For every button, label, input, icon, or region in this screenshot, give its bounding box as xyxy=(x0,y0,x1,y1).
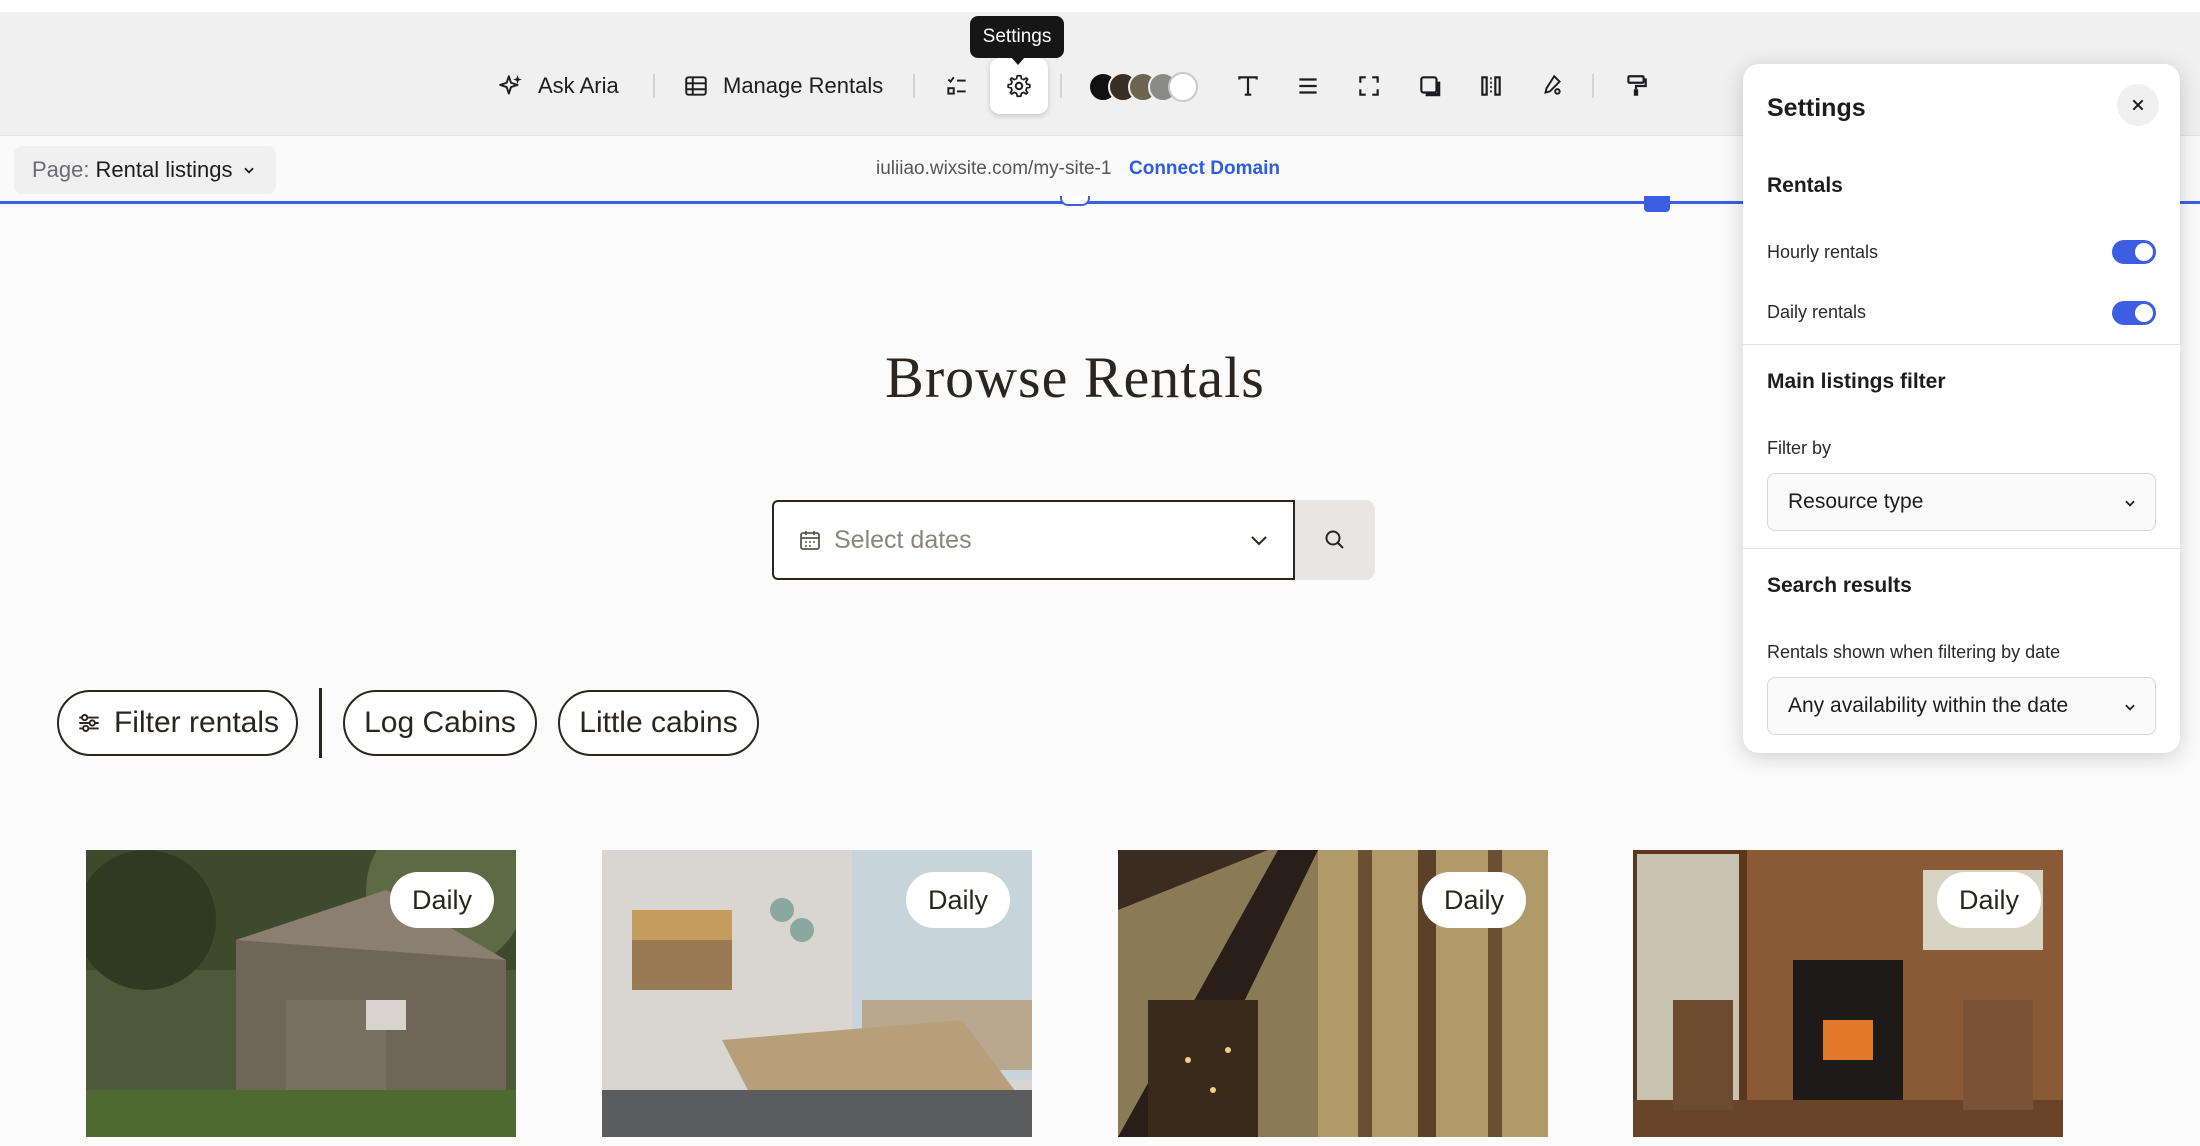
columns-button[interactable] xyxy=(1469,64,1513,108)
settings-panel-title: Settings xyxy=(1767,94,1866,122)
settings-tooltip: Settings xyxy=(970,16,1064,65)
resize-button[interactable] xyxy=(1347,64,1391,108)
sliders-icon xyxy=(79,714,99,732)
search-results-section-heading: Search results xyxy=(1767,574,1912,597)
filter-chip-little-cabins[interactable]: Little cabins xyxy=(558,690,759,756)
close-icon xyxy=(2132,99,2144,111)
checklist-button[interactable] xyxy=(935,64,979,108)
rental-type-badge: Daily xyxy=(1937,872,2041,928)
design-settings-button[interactable] xyxy=(1530,64,1574,108)
rental-type-badge: Daily xyxy=(1422,872,1526,928)
paint-roller-button[interactable] xyxy=(1614,64,1658,108)
filter-rentals-label: Filter rentals xyxy=(113,706,280,739)
align-button[interactable] xyxy=(1286,64,1330,108)
rentals-shown-dropdown[interactable]: Any availability within the date xyxy=(1767,677,2156,735)
sparkle-icon xyxy=(499,75,522,95)
page-selector-value: Rental listings xyxy=(95,157,233,182)
filter-by-value: Resource type xyxy=(1788,490,1924,513)
filter-chip-label: Little cabins xyxy=(579,706,738,739)
connect-domain-link[interactable]: Connect Domain xyxy=(1129,158,1280,180)
calendar-icon xyxy=(800,531,820,550)
search-icon xyxy=(1325,530,1344,549)
chevron-down-icon xyxy=(1251,536,1267,546)
toolbar-divider xyxy=(653,74,655,98)
rental-card[interactable]: Daily xyxy=(602,850,1032,1137)
daily-rentals-toggle[interactable] xyxy=(2112,301,2156,325)
settings-panel: Settings Rentals Hourly rentals Daily re… xyxy=(1743,64,2180,753)
section-anchor-handle[interactable] xyxy=(1644,196,1670,212)
date-placeholder: Select dates xyxy=(834,525,972,554)
color-swatch xyxy=(1168,72,1198,102)
rentals-shown-label: Rentals shown when filtering by date xyxy=(1767,642,2061,662)
gear-icon xyxy=(1007,74,1031,98)
daily-rentals-label: Daily rentals xyxy=(1767,302,1867,322)
filter-by-label: Filter by xyxy=(1767,438,1832,458)
rental-card[interactable]: Daily xyxy=(1633,850,2063,1137)
rentals-shown-value: Any availability within the date xyxy=(1788,694,2069,717)
filter-divider xyxy=(319,688,322,758)
filter-chip-log-cabins[interactable]: Log Cabins xyxy=(343,690,537,756)
text-button[interactable] xyxy=(1226,64,1270,108)
page-selector-label: Page: xyxy=(32,157,90,182)
table-icon xyxy=(685,76,707,96)
site-url: iuliiao.wixsite.com/my-site-1 xyxy=(876,158,1112,179)
search-button[interactable] xyxy=(1295,500,1375,580)
paint-roller-icon xyxy=(1627,75,1647,96)
rental-type-badge: Daily xyxy=(906,872,1010,928)
rentals-section-heading: Rentals xyxy=(1767,174,1843,197)
filter-chip-label: Log Cabins xyxy=(364,706,516,739)
checklist-icon xyxy=(947,76,966,95)
toolbar-divider xyxy=(913,74,915,98)
date-picker-field[interactable]: Select dates xyxy=(772,500,1295,580)
filter-by-dropdown[interactable]: Resource type xyxy=(1767,473,2156,531)
ask-aria-label: Ask Aria xyxy=(538,73,619,98)
ask-aria-button[interactable]: Ask Aria xyxy=(498,60,619,112)
manage-rentals-button[interactable]: Manage Rentals xyxy=(683,60,883,112)
panel-divider xyxy=(1743,344,2180,345)
page-selector[interactable]: Page: Rental listings xyxy=(14,146,277,194)
shadow-button[interactable] xyxy=(1408,64,1452,108)
text-icon xyxy=(1238,76,1258,96)
rental-type-badge: Daily xyxy=(390,872,494,928)
chevron-down-icon xyxy=(2125,704,2135,711)
align-icon xyxy=(1299,78,1317,94)
chevron-down-icon xyxy=(244,167,255,174)
editor-window: Ask Aria Manage Rentals Settings Page: R… xyxy=(0,0,2200,1146)
hourly-rentals-label: Hourly rentals xyxy=(1767,242,1879,262)
settings-button[interactable] xyxy=(990,58,1048,114)
resize-icon xyxy=(1359,76,1379,96)
panel-divider xyxy=(1743,548,2180,549)
section-resize-handle[interactable] xyxy=(1060,196,1090,206)
close-button[interactable] xyxy=(2117,84,2159,126)
rental-card[interactable]: Daily xyxy=(86,850,516,1137)
rental-card[interactable]: Daily xyxy=(1118,850,1548,1137)
shadow-icon xyxy=(1420,76,1441,97)
brush-settings-icon xyxy=(1544,74,1561,95)
manage-rentals-label: Manage Rentals xyxy=(723,73,884,98)
main-filter-section-heading: Main listings filter xyxy=(1767,370,1946,393)
chevron-down-icon xyxy=(2125,500,2135,507)
columns-icon xyxy=(1481,76,1501,96)
filter-rentals-button[interactable]: Filter rentals xyxy=(57,690,298,756)
hourly-rentals-toggle[interactable] xyxy=(2112,240,2156,264)
toolbar-divider xyxy=(1592,74,1594,98)
toolbar-divider xyxy=(1060,74,1062,98)
